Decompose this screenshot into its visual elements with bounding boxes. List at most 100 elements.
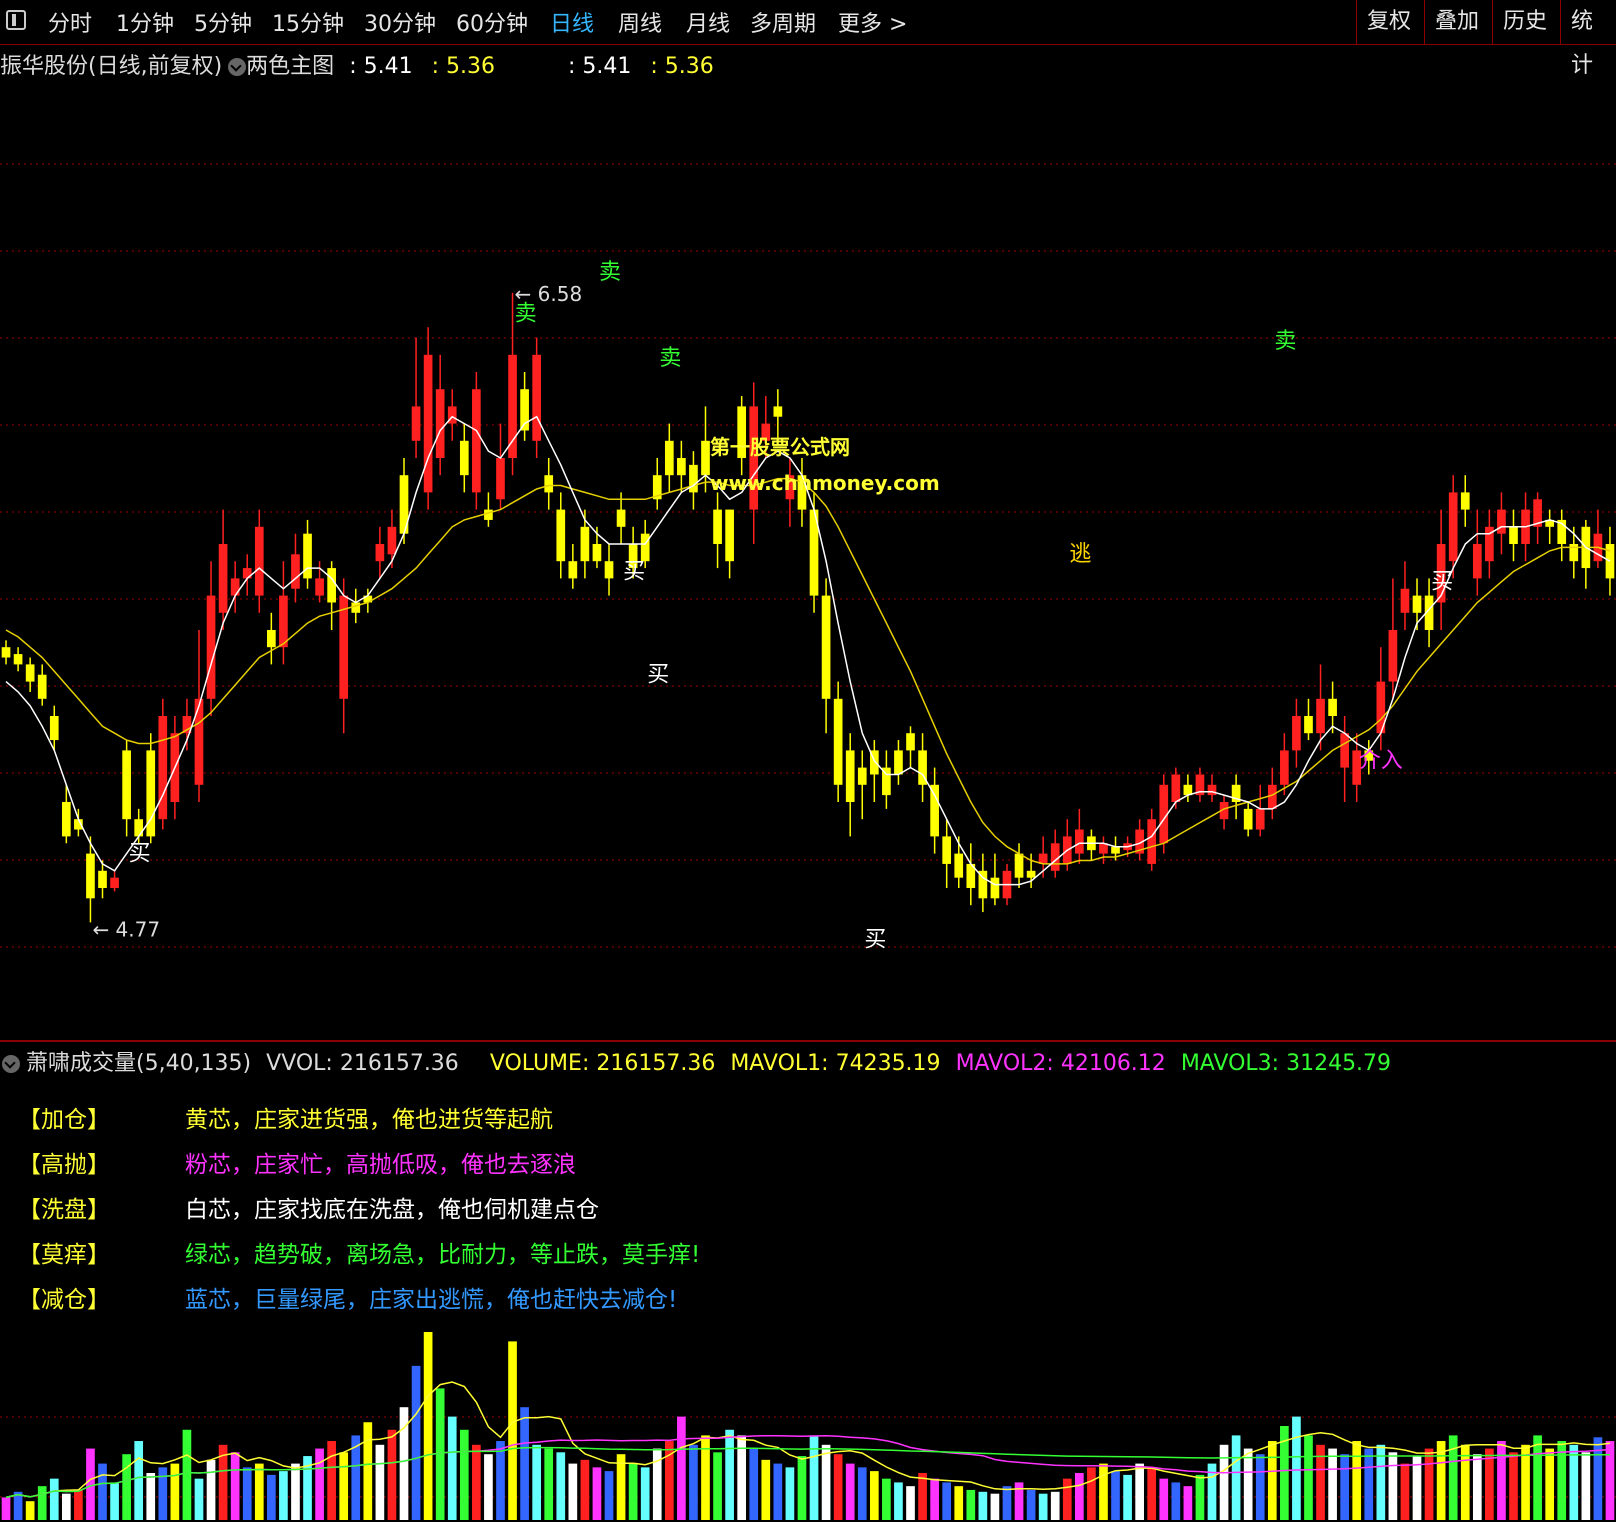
volume-bar (773, 1463, 783, 1520)
volume-bar (1219, 1444, 1229, 1520)
candle-body (1569, 544, 1579, 562)
candle-body (25, 664, 35, 682)
candle-body (375, 544, 385, 562)
candle-body (1412, 595, 1422, 613)
volume-bar (1364, 1448, 1374, 1520)
signal-label: 买 (1431, 570, 1453, 595)
candle-body (1328, 698, 1337, 716)
period-toolbar: 分时 1分钟 5分钟 15分钟 30分钟 60分钟 日线 周线 月线 多周期 更多 > 复权 叠加 历史… (0, 0, 1616, 78)
signal-label: 卖 (599, 260, 621, 285)
candle-body (990, 877, 1000, 899)
volume-bar (74, 1489, 83, 1520)
volume-bar (1352, 1441, 1362, 1520)
volume-bar (882, 1478, 891, 1520)
low-price-label: ← 4.77 (92, 917, 160, 941)
volume-bar (315, 1448, 324, 1520)
period-tab-4[interactable]: 30分钟 (364, 6, 436, 38)
legend-tag: 【减仓】 (18, 1287, 110, 1313)
mavol1-value: MAVOL1: 74235.19 (730, 1051, 941, 1076)
volume-bar (1412, 1456, 1422, 1520)
volume-bar (484, 1454, 493, 1520)
period-tab-5[interactable]: 60分钟 (456, 6, 528, 38)
candle-body (86, 853, 95, 899)
volume-bar (725, 1429, 734, 1520)
signal-label: 买 (129, 841, 151, 866)
layout-toggle-icon[interactable] (6, 10, 26, 30)
candle-body (592, 544, 602, 562)
volume-bar (1183, 1486, 1193, 1520)
legend-text: 蓝芯，巨量绿尾，庄家出逃慌，俺也赶快去减仓! (185, 1287, 678, 1313)
volume-bar (978, 1491, 988, 1520)
volume-bar (1038, 1493, 1048, 1520)
volume-bar (1111, 1471, 1120, 1520)
legend-tag: 【高抛】 (18, 1152, 110, 1178)
volume-bar (1075, 1473, 1084, 1520)
candlestick-chart[interactable]: 买卖卖卖买买买逃卖买介入← 6.58← 4.77第一股票公式网www.chnmo… (0, 44, 1616, 1034)
period-tab-3[interactable]: 15分钟 (272, 6, 344, 38)
volume-bar (544, 1448, 554, 1520)
volume-bar (508, 1341, 517, 1520)
volume-dropdown-icon[interactable] (2, 1055, 20, 1073)
volume-bar (568, 1463, 578, 1520)
candle-body (1147, 819, 1157, 864)
volume-bar (1099, 1463, 1108, 1520)
period-tab-7[interactable]: 周线 (618, 6, 662, 38)
candle-body (303, 533, 312, 579)
candle-body (906, 733, 915, 751)
volume-bar (194, 1478, 204, 1520)
signal-label: 逃 (1069, 542, 1091, 567)
volume-value: VOLUME: 216157.36 (489, 1051, 716, 1076)
volume-bar (556, 1452, 566, 1520)
candle-body (194, 698, 204, 785)
candle-body (134, 819, 144, 837)
volume-bar (1050, 1491, 1060, 1520)
candle-body (459, 440, 469, 476)
candle-body (930, 784, 939, 837)
toolbar-button-2[interactable]: 历史 (1492, 0, 1557, 44)
candle-body (49, 716, 59, 741)
candle-body (1075, 829, 1084, 854)
period-tab-0[interactable]: 分时 (48, 6, 92, 38)
candle-body (1292, 716, 1301, 751)
period-tab-10[interactable]: 更多 > (838, 6, 907, 38)
toolbar-button-3[interactable]: 统计 (1560, 0, 1616, 78)
volume-bar (230, 1452, 240, 1520)
period-tab-6[interactable]: 日线 (550, 6, 594, 38)
volume-bar (158, 1467, 168, 1520)
candle-body (725, 509, 734, 562)
volume-bar (845, 1463, 855, 1520)
legend-text: 粉芯，庄家忙，高抛低吸，俺也去逐浪 (185, 1152, 576, 1178)
volume-bar (833, 1454, 843, 1520)
period-tab-8[interactable]: 月线 (686, 6, 730, 38)
volume-bar (1340, 1454, 1349, 1520)
period-tab-1[interactable]: 1分钟 (116, 6, 174, 38)
candle-body (484, 509, 493, 520)
candle-body (616, 509, 626, 527)
period-tab-2[interactable]: 5分钟 (194, 6, 252, 38)
signal-label: 买 (647, 663, 669, 688)
candle-body (1207, 784, 1217, 796)
candle-body (98, 870, 107, 888)
volume-bar (242, 1467, 252, 1520)
candle-body (1460, 492, 1470, 510)
candle-body (110, 877, 119, 888)
period-tab-9[interactable]: 多周期 (750, 6, 816, 38)
candle-body (677, 458, 686, 476)
candle-body (327, 568, 336, 603)
volume-indicator-name[interactable]: 萧啸成交量(5,40,135) (26, 1051, 251, 1076)
candle-body (423, 354, 433, 493)
signal-label: 介入 (1359, 749, 1403, 774)
volume-bar (1328, 1448, 1337, 1520)
volume-bar (1026, 1489, 1036, 1520)
toolbar-button-1[interactable]: 叠加 (1424, 0, 1489, 44)
volume-bar (942, 1482, 952, 1520)
toolbar-button-0[interactable]: 复权 (1356, 0, 1421, 44)
candle-body (508, 354, 517, 458)
volume-chart[interactable] (0, 1322, 1616, 1522)
watermark-line1: 第一股票公式网 (710, 435, 850, 459)
candle-body (230, 578, 240, 596)
volume-bar (267, 1474, 276, 1520)
vvol-value: VVOL: 216157.36 (266, 1051, 459, 1076)
volume-bar (375, 1444, 385, 1520)
volume-bar (930, 1478, 939, 1520)
